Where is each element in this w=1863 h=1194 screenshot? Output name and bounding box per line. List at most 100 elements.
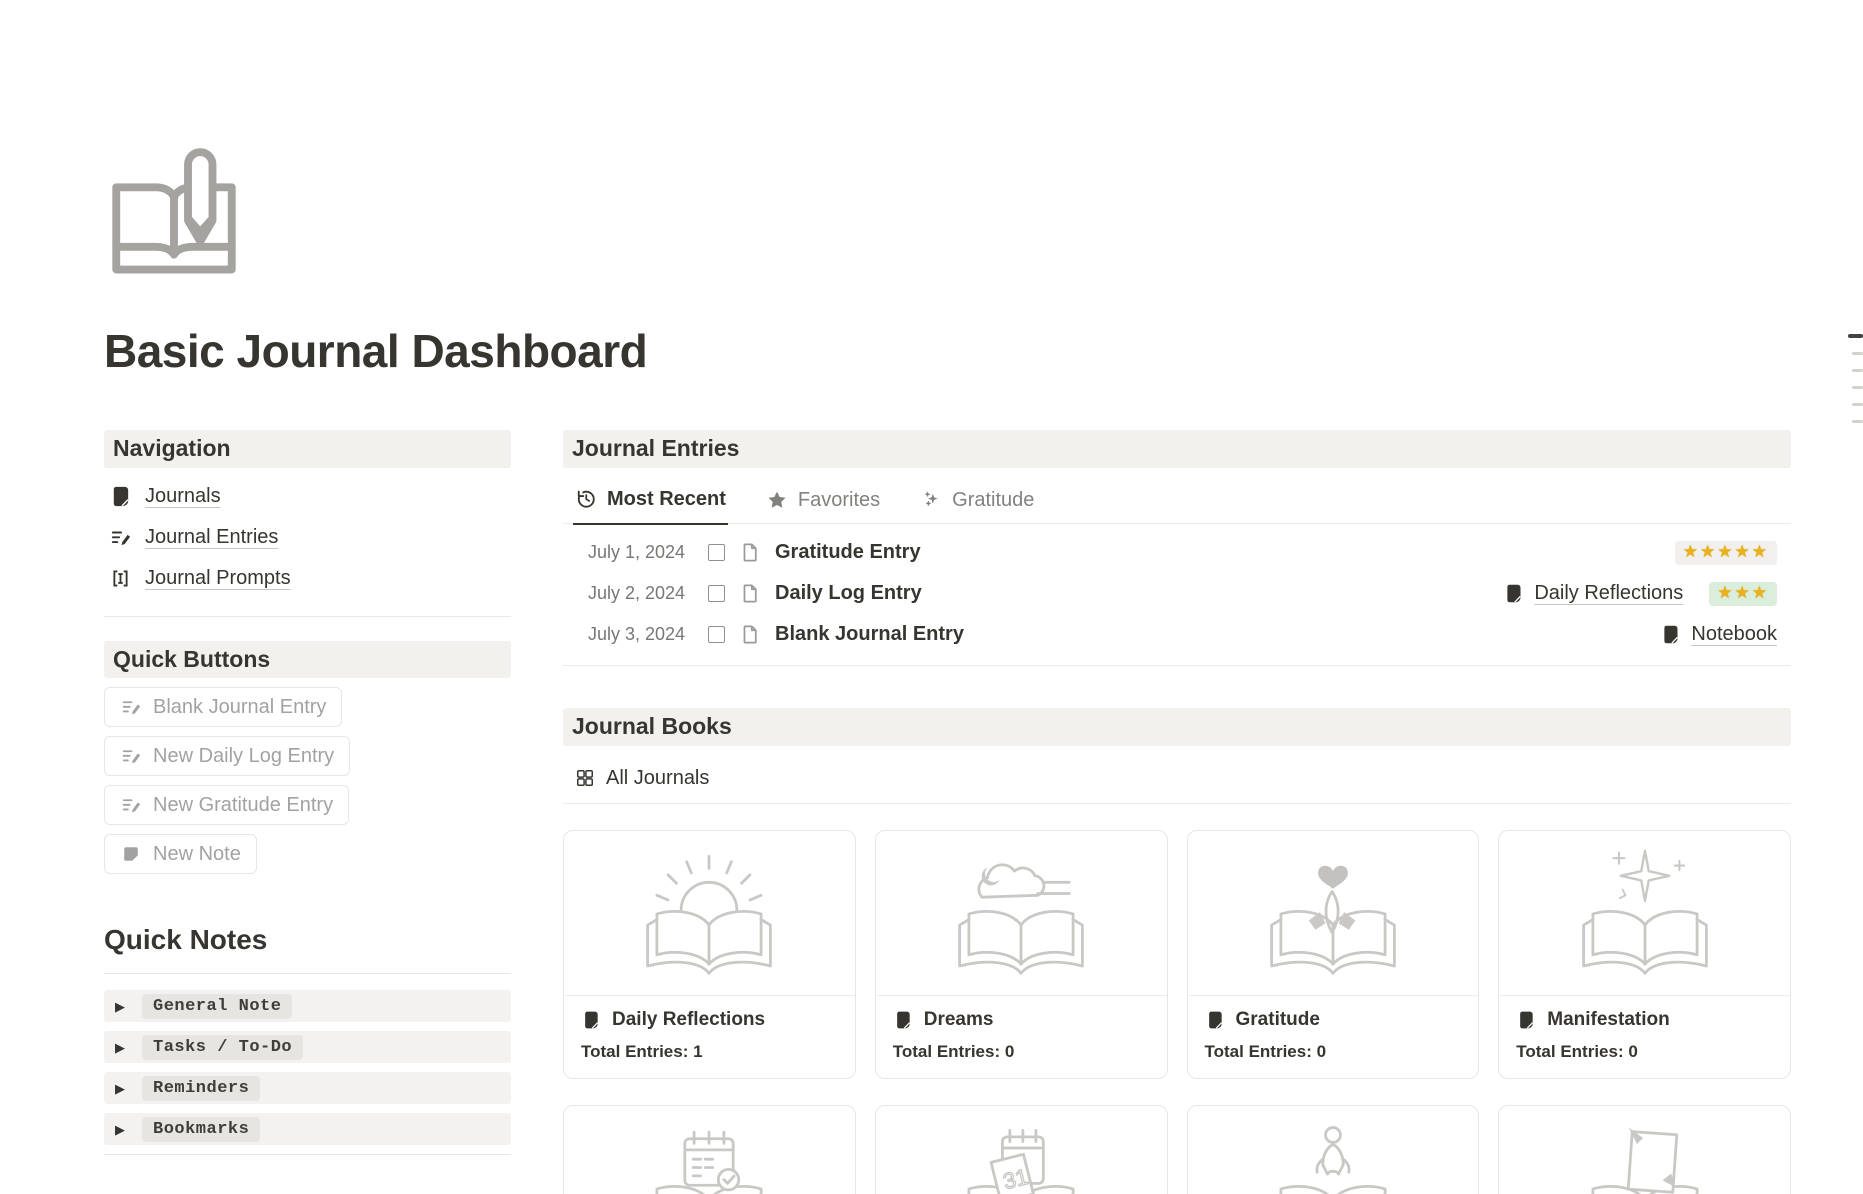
journal-books-section-header: Journal Books <box>563 708 1791 746</box>
card-title[interactable]: Dreams <box>924 1009 994 1031</box>
entry-date: July 1, 2024 <box>588 542 706 563</box>
quick-buttons-list: Blank Journal Entry New Daily Log Entry … <box>104 687 511 874</box>
journal-books-tabbar: All Journals <box>563 758 1791 804</box>
journal-card-partial[interactable] <box>875 1105 1168 1194</box>
toggle-label[interactable]: General Note <box>142 994 292 1019</box>
book-dream-clouds-illustration <box>876 831 1167 996</box>
journal-card-dreams[interactable]: Dreams Total Entries: 0 <box>875 830 1168 1079</box>
toc-dash[interactable] <box>1852 403 1863 406</box>
toggle-arrow-icon[interactable]: ▶ <box>115 1123 125 1136</box>
tab-favorites[interactable]: Favorites <box>764 480 882 525</box>
tab-most-recent[interactable]: Most Recent <box>573 480 728 525</box>
toggle-tasks-todo[interactable]: ▶ Tasks / To-Do <box>104 1031 511 1063</box>
toc-dash[interactable] <box>1852 369 1863 372</box>
star-icon <box>766 489 788 511</box>
compose-icon <box>120 745 142 767</box>
toc-dash[interactable] <box>1852 420 1863 423</box>
divider <box>104 1154 511 1155</box>
quick-notes-heading: Quick Notes <box>104 924 511 956</box>
compose-icon <box>120 794 142 816</box>
new-daily-log-entry-button[interactable]: New Daily Log Entry <box>104 736 350 776</box>
book-pinned-note-illustration <box>1499 1106 1790 1194</box>
journal-card-partial[interactable] <box>1187 1105 1480 1194</box>
sidebar-item-label[interactable]: Journal Prompts <box>145 567 291 590</box>
note-icon <box>120 843 142 865</box>
journal-entries-table: July 1, 2024 Gratitude Entry ★★★★★ July … <box>563 524 1791 666</box>
rating-stars: ★★★ <box>1709 582 1777 606</box>
sidebar-item-label[interactable]: Journals <box>145 485 221 508</box>
toggle-arrow-icon[interactable]: ▶ <box>115 1041 125 1054</box>
journal-link-daily-reflections[interactable]: Daily Reflections <box>1503 582 1683 605</box>
entry-title[interactable]: Blank Journal Entry <box>775 623 964 646</box>
tab-label: Gratitude <box>952 489 1034 512</box>
journal-dashboard-page: Basic Journal Dashboard Navigation Journ… <box>0 0 1863 1194</box>
sidebar-item-journals[interactable]: Journals <box>104 476 511 517</box>
text-prompt-icon <box>109 567 132 590</box>
tab-label: Favorites <box>798 489 880 512</box>
tab-gratitude[interactable]: Gratitude <box>918 480 1036 525</box>
entry-date: July 3, 2024 <box>588 624 706 645</box>
journal-card-daily-reflections[interactable]: Daily Reflections Total Entries: 1 <box>563 830 856 1079</box>
card-title[interactable]: Daily Reflections <box>612 1009 765 1031</box>
journal-link-label[interactable]: Daily Reflections <box>1534 582 1683 605</box>
sidebar-item-label[interactable]: Journal Entries <box>145 526 278 549</box>
main-content: Journal Entries Most Recent Favorites Gr… <box>563 430 1791 1194</box>
card-title[interactable]: Gratitude <box>1236 1009 1320 1031</box>
entry-checkbox[interactable] <box>708 544 725 561</box>
entry-title[interactable]: Daily Log Entry <box>775 582 922 605</box>
entry-checkbox[interactable] <box>708 585 725 602</box>
open-book-pen-icon[interactable] <box>104 140 244 280</box>
tab-all-journals[interactable]: All Journals <box>573 758 711 803</box>
sidebar-item-journal-prompts[interactable]: Journal Prompts <box>104 558 511 599</box>
card-total-entries: Total Entries: 0 <box>1205 1042 1462 1062</box>
journal-card-manifestation[interactable]: Manifestation Total Entries: 0 <box>1498 830 1791 1079</box>
toggle-arrow-icon[interactable]: ▶ <box>115 1082 125 1095</box>
table-row[interactable]: July 1, 2024 Gratitude Entry ★★★★★ <box>563 532 1791 573</box>
journal-card-partial[interactable] <box>563 1105 856 1194</box>
page-header: Basic Journal Dashboard <box>0 0 1863 378</box>
toc-dash[interactable] <box>1852 352 1863 355</box>
journal-link-notebook[interactable]: Notebook <box>1660 623 1777 646</box>
navigation-section-header: Navigation <box>104 430 511 468</box>
entry-title[interactable]: Gratitude Entry <box>775 541 921 564</box>
toggle-bookmarks[interactable]: ▶ Bookmarks <box>104 1113 511 1145</box>
book-sunrise-illustration <box>564 831 855 996</box>
divider <box>104 973 511 974</box>
toggle-arrow-icon[interactable]: ▶ <box>115 1000 125 1013</box>
blank-journal-entry-button[interactable]: Blank Journal Entry <box>104 687 342 727</box>
card-total-entries: Total Entries: 0 <box>1516 1042 1773 1062</box>
toggle-general-note[interactable]: ▶ General Note <box>104 990 511 1022</box>
entry-checkbox[interactable] <box>708 626 725 643</box>
table-of-contents-indicator[interactable] <box>1848 334 1863 423</box>
card-title[interactable]: Manifestation <box>1547 1009 1669 1031</box>
compose-icon <box>120 696 142 718</box>
book-sparkle-illustration <box>1499 831 1790 996</box>
table-row[interactable]: July 3, 2024 Blank Journal Entry Noteboo… <box>563 614 1791 655</box>
page-icon <box>739 623 762 646</box>
book-icon <box>1516 1010 1536 1030</box>
toggle-reminders[interactable]: ▶ Reminders <box>104 1072 511 1104</box>
toggle-label[interactable]: Bookmarks <box>142 1117 260 1142</box>
sidebar: Navigation Journals Journal Entries Jour… <box>104 430 511 1194</box>
new-note-button[interactable]: New Note <box>104 834 257 874</box>
toggle-label[interactable]: Reminders <box>142 1076 260 1101</box>
card-total-entries: Total Entries: 0 <box>893 1042 1150 1062</box>
table-row[interactable]: July 2, 2024 Daily Log Entry Daily Refle… <box>563 573 1791 614</box>
book-icon <box>893 1010 913 1030</box>
journal-link-label[interactable]: Notebook <box>1691 623 1777 646</box>
new-gratitude-entry-button[interactable]: New Gratitude Entry <box>104 785 349 825</box>
quick-buttons-section-header: Quick Buttons <box>104 641 511 679</box>
journal-books-gallery: Daily Reflections Total Entries: 1 Dream… <box>563 830 1791 1194</box>
compose-icon <box>109 526 132 549</box>
toggle-label[interactable]: Tasks / To-Do <box>142 1035 303 1060</box>
book-icon <box>1660 624 1681 645</box>
journal-card-gratitude[interactable]: Gratitude Total Entries: 0 <box>1187 830 1480 1079</box>
journal-card-partial[interactable] <box>1498 1105 1791 1194</box>
book-icon <box>581 1010 601 1030</box>
page-icon <box>739 582 762 605</box>
card-total-entries: Total Entries: 1 <box>581 1042 838 1062</box>
tab-label: Most Recent <box>607 488 726 511</box>
toc-dash-current[interactable] <box>1848 334 1863 338</box>
sidebar-item-journal-entries[interactable]: Journal Entries <box>104 517 511 558</box>
toc-dash[interactable] <box>1852 386 1863 389</box>
